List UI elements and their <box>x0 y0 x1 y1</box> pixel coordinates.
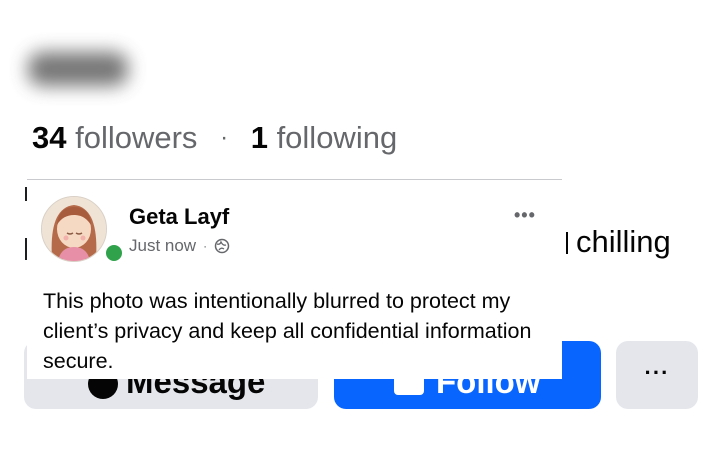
post-card: Geta Layf Just now · ••• This photo was … <box>27 179 562 379</box>
post-meta: Just now · <box>129 236 230 256</box>
profile-stats: 34 followers · 1 following <box>32 118 397 158</box>
bio-fragment: chilling <box>576 224 671 259</box>
bio-text: chilling <box>566 222 671 262</box>
meta-separator: · <box>203 239 208 253</box>
globe-icon[interactable] <box>214 238 230 254</box>
post-timestamp[interactable]: Just now <box>129 236 196 256</box>
post-author[interactable]: Geta Layf <box>129 204 229 230</box>
stats-separator: · <box>220 124 229 151</box>
post-options-button[interactable]: ••• <box>514 206 536 224</box>
following-count[interactable]: 1 <box>251 120 268 155</box>
more-icon: ··· <box>644 360 670 385</box>
online-status-dot <box>103 242 125 264</box>
following-label[interactable]: following <box>277 120 398 155</box>
more-options-button[interactable]: ··· <box>616 341 698 409</box>
blurred-profile-name <box>28 52 128 86</box>
avatar[interactable] <box>41 196 107 262</box>
followers-label[interactable]: followers <box>75 120 197 155</box>
followers-count[interactable]: 34 <box>32 120 66 155</box>
post-text: This photo was intentionally blurred to … <box>43 289 532 373</box>
avatar-illustration <box>42 197 106 261</box>
